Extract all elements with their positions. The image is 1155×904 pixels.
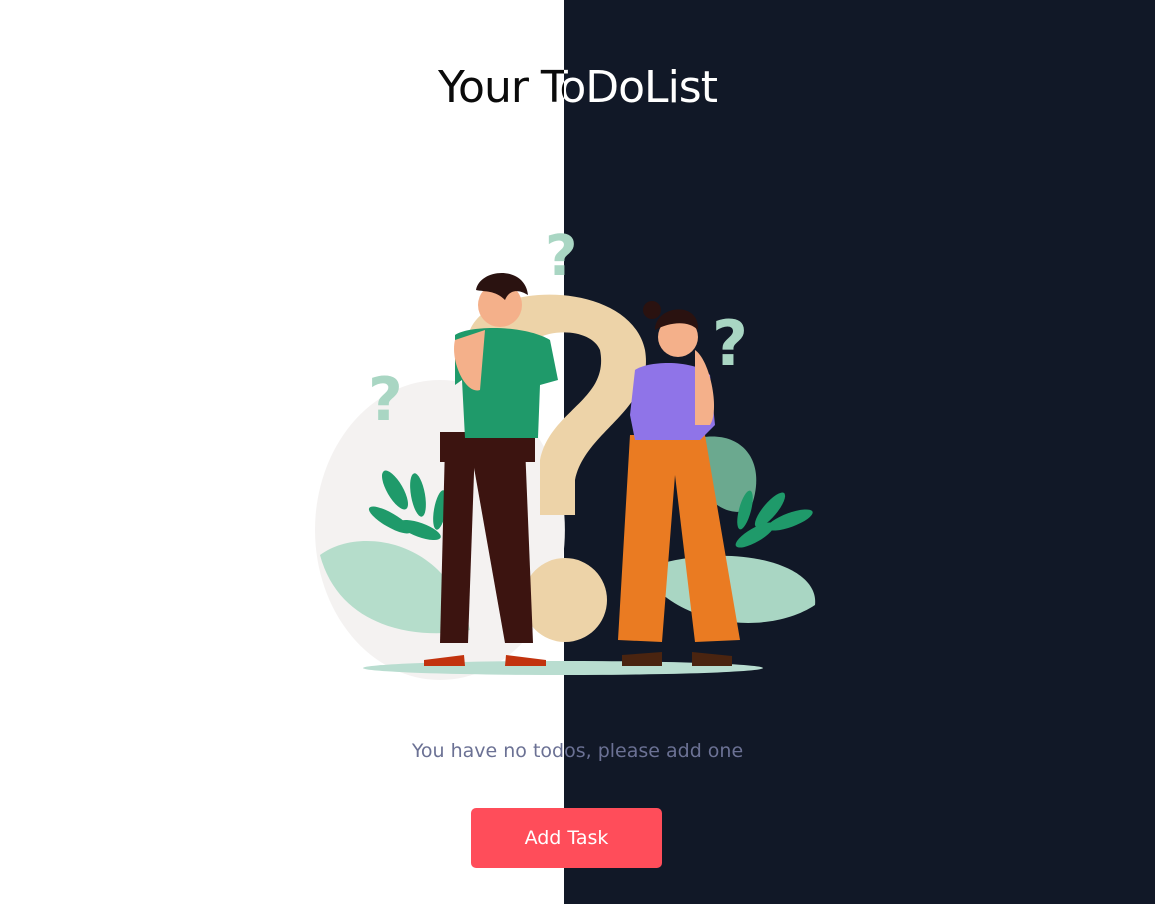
page-title: Your ToDoList Your ToDoList xyxy=(0,60,1155,120)
empty-state-message: You have no todos, please add one xyxy=(411,740,744,762)
add-task-button[interactable]: Add Task xyxy=(471,808,662,868)
todo-page: Your ToDoList Your ToDoList ? ? ? You ha… xyxy=(0,0,1155,904)
question-mark-small-2: ? xyxy=(545,224,577,289)
empty-state-illustration: ? ? ? xyxy=(315,224,816,680)
big-question-dot xyxy=(523,558,607,642)
question-mark-small-1: ? xyxy=(368,365,403,435)
question-mark-small-3: ? xyxy=(712,307,748,380)
fern-right xyxy=(735,490,813,548)
